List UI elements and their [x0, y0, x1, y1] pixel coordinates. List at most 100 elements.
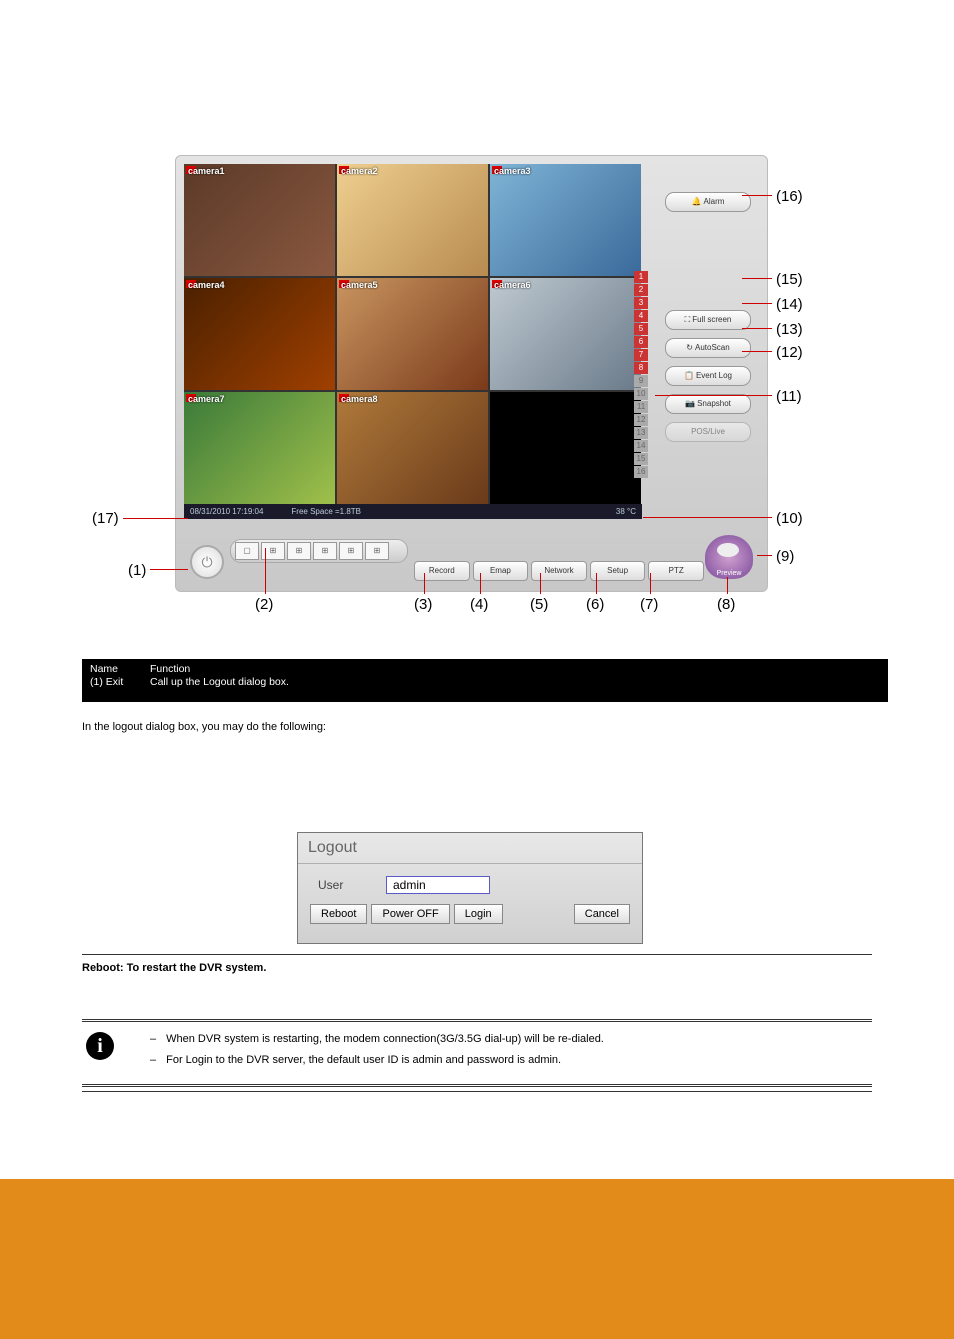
leader-15 — [742, 278, 772, 279]
leader-2 — [265, 548, 266, 594]
leader-17 — [123, 518, 188, 519]
channel-3[interactable]: 3 — [634, 297, 648, 309]
reboot-desc: Reboot: To restart the DVR system. — [82, 948, 872, 976]
channel-9[interactable]: 9 — [634, 375, 648, 387]
eventlog-button[interactable]: 📋Event Log — [665, 366, 751, 386]
camera-tile-6[interactable]: camera6 — [490, 278, 641, 390]
col-name: Name — [90, 663, 150, 676]
callout-3: (3) — [414, 596, 432, 613]
fullscreen-button[interactable]: ⛶Full screen — [665, 310, 751, 330]
callout-6: (6) — [586, 596, 604, 613]
channel-12[interactable]: 12 — [634, 414, 648, 426]
camera-tile-4[interactable]: camera4 — [184, 278, 335, 390]
row-exit-title: (1) Exit — [90, 676, 150, 689]
preview-button[interactable]: Preview — [705, 535, 753, 579]
leader-14 — [742, 303, 772, 304]
channel-7[interactable]: 7 — [634, 349, 648, 361]
log-icon: 📋 — [684, 367, 694, 385]
callout-15: (15) — [776, 271, 803, 288]
setup-button[interactable]: Setup — [590, 561, 646, 581]
row-exit-desc: Call up the Logout dialog box. — [150, 676, 289, 689]
user-field[interactable]: admin — [386, 876, 490, 894]
poweroff-button[interactable]: Power OFF — [371, 904, 449, 924]
reboot-button[interactable]: Reboot — [310, 904, 367, 924]
channel-2[interactable]: 2 — [634, 284, 648, 296]
channel-16[interactable]: 16 — [634, 466, 648, 478]
channel-4[interactable]: 4 — [634, 310, 648, 322]
callout-2: (2) — [255, 596, 273, 613]
callout-4: (4) — [470, 596, 488, 613]
login-button[interactable]: Login — [454, 904, 503, 924]
pos-button[interactable]: POS/Live — [665, 422, 751, 442]
alarm-icon: 🔔 — [692, 193, 702, 211]
camera-tile-1[interactable]: camera1 — [184, 164, 335, 276]
split-9[interactable]: ⊞ — [287, 542, 311, 560]
exit-button[interactable]: ⏻ — [190, 545, 224, 579]
logout-dialog: Logout User admin Reboot Power OFF Login… — [297, 832, 643, 944]
record-button[interactable]: Record — [414, 561, 470, 581]
leader-6 — [596, 573, 597, 594]
channel-6[interactable]: 6 — [634, 336, 648, 348]
bottom-controls: ⏻ ▢ ⊞ ⊞ ⊞ ⊞ ⊞ Record Emap Network Setup … — [184, 527, 759, 583]
alarm-button[interactable]: 🔔Alarm — [665, 192, 751, 212]
leader-11 — [655, 395, 772, 396]
video-grid: camera1 camera2 camera3 camera4 camera5 … — [184, 164, 641, 504]
snapshot-button[interactable]: 📷Snapshot — [665, 394, 751, 414]
split-13[interactable]: ⊞ — [313, 542, 337, 560]
channel-13[interactable]: 13 — [634, 427, 648, 439]
leader-7 — [650, 573, 651, 594]
channel-14[interactable]: 14 — [634, 440, 648, 452]
leader-1 — [150, 569, 188, 570]
camera-tile-9[interactable] — [490, 392, 641, 504]
callout-5: (5) — [530, 596, 548, 613]
status-freespace: Free Space =1.8TB — [291, 507, 361, 516]
split-16[interactable]: ⊞ — [339, 542, 363, 560]
callout-10: (10) — [776, 510, 803, 527]
autoscan-button[interactable]: ↻AutoScan — [665, 338, 751, 358]
table-header-band: NameFunction (1) ExitCall up the Logout … — [82, 659, 888, 702]
cancel-button[interactable]: Cancel — [574, 904, 630, 924]
camera-icon: 📷 — [685, 395, 695, 413]
cycle-icon: ↻ — [686, 339, 693, 357]
footer-band — [0, 1179, 954, 1339]
leader-5 — [540, 573, 541, 594]
logout-title: Logout — [298, 833, 642, 864]
channel-10[interactable]: 10 — [634, 388, 648, 400]
channel-8[interactable]: 8 — [634, 362, 648, 374]
info-line2: For Login to the DVR server, the default… — [166, 1053, 561, 1068]
leader-9 — [757, 555, 772, 556]
split-layout-bar[interactable]: ▢ ⊞ ⊞ ⊞ ⊞ ⊞ — [230, 539, 408, 563]
camera-tile-2[interactable]: camera2 — [337, 164, 488, 276]
ptz-button[interactable]: PTZ — [648, 561, 704, 581]
camera-tile-5[interactable]: camera5 — [337, 278, 488, 390]
leader-4 — [480, 573, 481, 594]
channel-1[interactable]: 1 — [634, 271, 648, 283]
split-more[interactable]: ⊞ — [365, 542, 389, 560]
channel-15[interactable]: 15 — [634, 453, 648, 465]
user-label: User — [318, 878, 368, 892]
callout-1: (1) — [128, 562, 146, 579]
leader-12 — [742, 351, 772, 352]
leader-13 — [742, 328, 772, 329]
camera-tile-3[interactable]: camera3 — [490, 164, 641, 276]
callout-17: (17) — [92, 510, 119, 527]
status-bar: 08/31/2010 17:19:04 Free Space =1.8TB 38… — [184, 504, 642, 519]
split-1[interactable]: ▢ — [235, 542, 259, 560]
channel-5[interactable]: 5 — [634, 323, 648, 335]
callout-9: (9) — [776, 548, 794, 565]
right-button-panel: 🔔Alarm ⛶Full screen ↻AutoScan 📋Event Log… — [665, 164, 751, 442]
camera-tile-8[interactable]: camera8 — [337, 392, 488, 504]
status-temp: 38 °C — [616, 507, 636, 516]
leader-8 — [727, 577, 728, 594]
callout-13: (13) — [776, 321, 803, 338]
leader-3 — [424, 573, 425, 594]
status-datetime: 08/31/2010 17:19:04 — [190, 507, 263, 516]
intro-text: In the logout dialog box, you may do the… — [82, 720, 872, 735]
info-icon: i — [86, 1032, 114, 1060]
camera-tile-7[interactable]: camera7 — [184, 392, 335, 504]
callout-8: (8) — [717, 596, 735, 613]
channel-selector[interactable]: 1 2 3 4 5 6 7 8 9 10 11 12 13 14 15 16 — [634, 271, 648, 478]
channel-11[interactable]: 11 — [634, 401, 648, 413]
callout-11: (11) — [776, 388, 802, 405]
leader-16 — [742, 195, 772, 196]
